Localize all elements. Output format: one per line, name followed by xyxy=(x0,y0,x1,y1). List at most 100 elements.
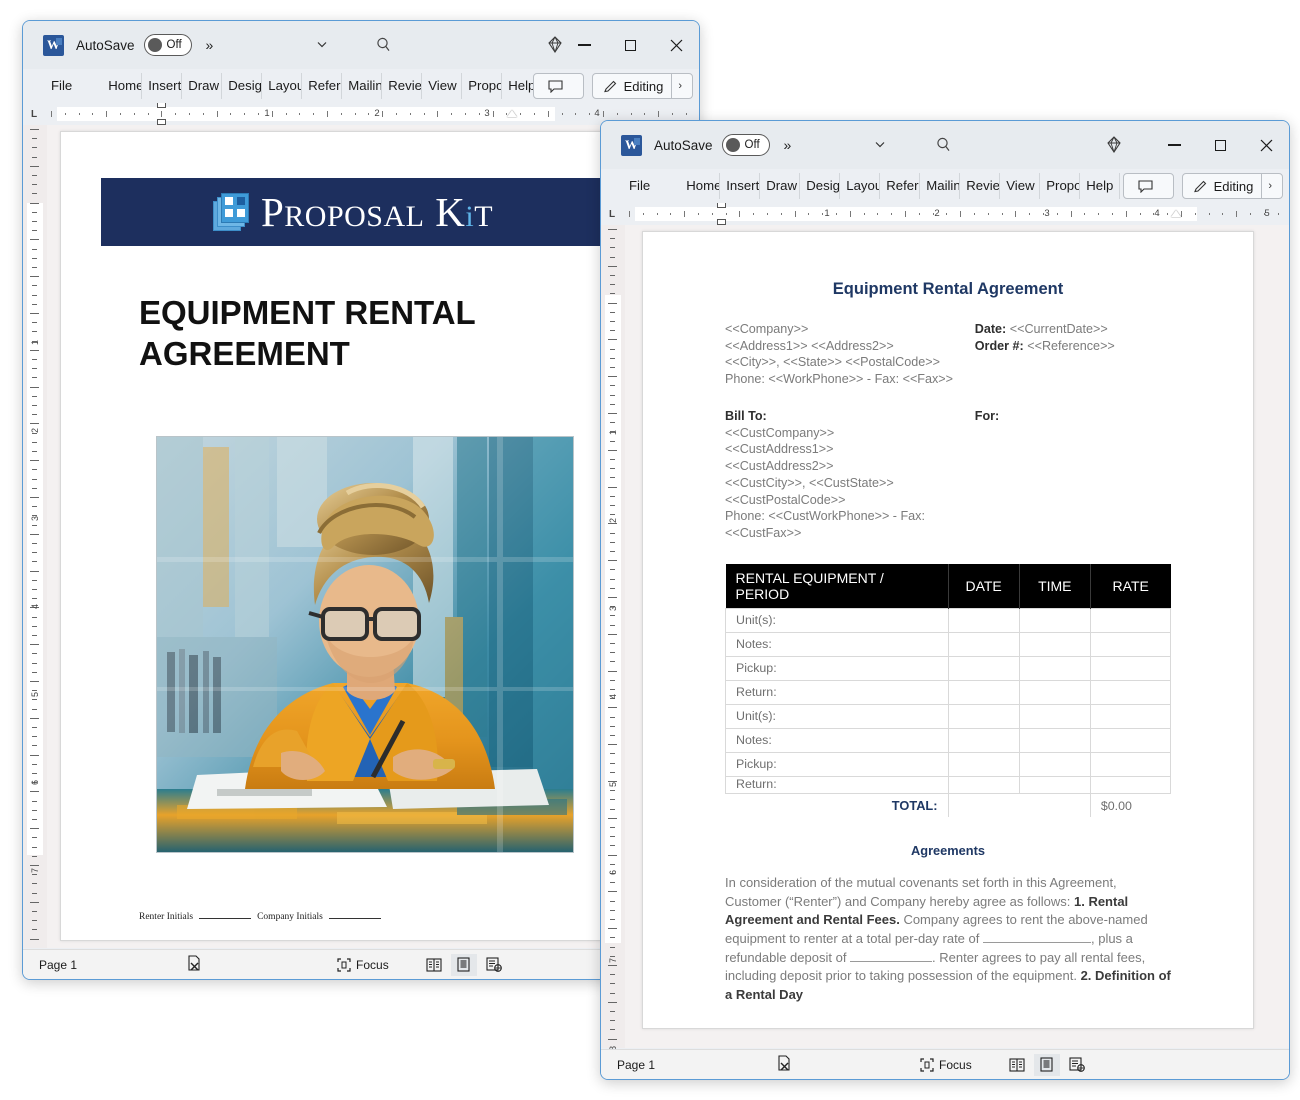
tab-home[interactable]: Home xyxy=(680,173,721,199)
proofing-errors-icon[interactable] xyxy=(777,1055,792,1074)
proofing-errors-icon[interactable] xyxy=(187,955,202,974)
tab-help[interactable]: Help xyxy=(1080,173,1121,199)
row-time-cell[interactable] xyxy=(1018,679,1091,705)
row-rate-cell[interactable] xyxy=(1089,607,1172,633)
tab-draw[interactable]: Draw xyxy=(182,73,223,99)
row-label-cell[interactable]: Pickup: xyxy=(725,655,949,681)
editing-chevron-icon[interactable]: › xyxy=(1261,173,1272,199)
row-label-cell[interactable]: Notes: xyxy=(725,727,949,753)
tab-view[interactable]: View xyxy=(1000,173,1041,199)
right-indent-marker[interactable] xyxy=(507,110,517,117)
horizontal-ruler-back[interactable]: L 12345 xyxy=(23,103,699,125)
print-layout-icon[interactable] xyxy=(1033,1053,1060,1076)
tab-file[interactable]: File xyxy=(623,173,680,199)
row-rate-cell[interactable] xyxy=(1089,703,1172,729)
tab-mailings[interactable]: Mailings xyxy=(342,73,383,99)
minimize-button[interactable] xyxy=(561,22,607,68)
web-layout-icon[interactable] xyxy=(1064,1054,1090,1076)
table-row[interactable]: Unit(s): xyxy=(725,607,1172,633)
document-canvas-front[interactable]: Equipment Rental Agreement <<Company>> <… xyxy=(625,225,1289,1048)
row-time-cell[interactable] xyxy=(1018,775,1091,794)
focus-button[interactable]: Focus xyxy=(337,958,389,972)
right-indent-marker[interactable] xyxy=(1171,210,1181,217)
row-time-cell[interactable] xyxy=(1018,631,1091,657)
comments-button[interactable] xyxy=(1122,173,1174,199)
tab-file[interactable]: File xyxy=(45,73,102,99)
row-date-cell[interactable] xyxy=(947,679,1020,705)
row-label-cell[interactable]: Notes: xyxy=(725,631,949,657)
row-label-cell[interactable]: Pickup: xyxy=(725,751,949,777)
rental-equipment-table[interactable]: RENTAL EQUIPMENT / PERIOD DATE TIME RATE… xyxy=(725,563,1172,818)
tab-draw[interactable]: Draw xyxy=(760,173,801,199)
minimize-button[interactable] xyxy=(1151,122,1197,168)
customize-quick-access-chevron-icon[interactable] xyxy=(315,37,329,54)
ruler-track-front[interactable]: 1 2 3 4 5 xyxy=(623,203,1289,225)
read-mode-icon[interactable] xyxy=(1004,1054,1030,1076)
page-indicator[interactable]: Page 1 xyxy=(617,1058,655,1072)
search-icon[interactable] xyxy=(375,36,393,54)
tab-home[interactable]: Home xyxy=(102,73,143,99)
tab-review[interactable]: Review xyxy=(960,173,1001,199)
row-rate-cell[interactable] xyxy=(1089,775,1172,794)
row-date-cell[interactable] xyxy=(947,631,1020,657)
row-label-cell[interactable]: Return: xyxy=(725,679,949,705)
quick-access-more-icon[interactable]: » xyxy=(206,37,214,53)
tab-mailings[interactable]: Mailings xyxy=(920,173,961,199)
row-label-cell[interactable]: Unit(s): xyxy=(725,607,949,633)
row-label-cell[interactable]: Return: xyxy=(725,775,949,794)
row-date-cell[interactable] xyxy=(947,655,1020,681)
table-row[interactable]: Unit(s): xyxy=(725,703,1172,729)
ruler-track-back[interactable]: 12345 xyxy=(45,103,699,125)
row-time-cell[interactable] xyxy=(1018,655,1091,681)
row-date-cell[interactable] xyxy=(947,751,1020,777)
row-rate-cell[interactable] xyxy=(1089,727,1172,753)
ruler-corner-tab-icon[interactable]: L xyxy=(23,109,45,120)
diamond-icon[interactable] xyxy=(1104,135,1124,155)
table-row[interactable]: Return: xyxy=(725,679,1172,705)
tab-references[interactable]: References xyxy=(302,73,343,99)
tab-layout[interactable]: Layout xyxy=(262,73,303,99)
total-time-cell[interactable] xyxy=(1019,792,1091,818)
customize-quick-access-chevron-icon[interactable] xyxy=(873,137,887,154)
close-button[interactable] xyxy=(653,22,699,68)
horizontal-ruler-front[interactable]: L 1 2 3 4 5 xyxy=(601,203,1289,225)
table-row[interactable]: Notes: xyxy=(725,631,1172,657)
tab-insert[interactable]: Insert xyxy=(720,173,761,199)
vertical-ruler-back[interactable]: 12345678 xyxy=(23,125,47,961)
first-line-indent-marker[interactable] xyxy=(157,103,166,108)
row-time-cell[interactable] xyxy=(1018,751,1091,777)
row-rate-cell[interactable] xyxy=(1089,655,1172,681)
row-rate-cell[interactable] xyxy=(1089,631,1172,657)
document-page-front[interactable]: Equipment Rental Agreement <<Company>> <… xyxy=(642,231,1254,1029)
document-page-back[interactable]: PROPOSAL KiT EQUIPMENT RENTAL AGREEMENT xyxy=(60,131,612,941)
row-date-cell[interactable] xyxy=(947,703,1020,729)
first-line-indent-marker[interactable] xyxy=(717,203,726,208)
close-button[interactable] xyxy=(1243,122,1289,168)
quick-access-more-icon[interactable]: » xyxy=(784,137,792,153)
tab-layout[interactable]: Layout xyxy=(840,173,881,199)
row-date-cell[interactable] xyxy=(947,607,1020,633)
table-row[interactable]: Pickup: xyxy=(725,751,1172,777)
page-indicator[interactable]: Page 1 xyxy=(39,958,77,972)
tab-design[interactable]: Design xyxy=(800,173,841,199)
deposit-blank[interactable] xyxy=(850,960,933,962)
vertical-ruler-front[interactable]: 12345678 xyxy=(601,225,625,1051)
tab-proposal-kit[interactable]: Proposal Kit xyxy=(1040,173,1081,199)
editing-mode-button[interactable]: Editing › xyxy=(1181,173,1283,199)
word-window-front[interactable]: W AutoSave Off » File Home Insert Draw D… xyxy=(600,120,1290,1080)
maximize-button[interactable] xyxy=(607,22,653,68)
row-rate-cell[interactable] xyxy=(1089,679,1172,705)
tab-review[interactable]: Review xyxy=(382,73,423,99)
row-time-cell[interactable] xyxy=(1018,727,1091,753)
per-day-rate-blank[interactable] xyxy=(982,942,1091,944)
focus-button[interactable]: Focus xyxy=(920,1058,972,1072)
tab-proposal-kit[interactable]: Proposal Kit xyxy=(462,73,503,99)
tab-design[interactable]: Design xyxy=(222,73,263,99)
ruler-corner-tab-icon[interactable]: L xyxy=(601,209,623,220)
web-layout-icon[interactable] xyxy=(481,954,507,976)
tab-references[interactable]: References xyxy=(880,173,921,199)
row-label-cell[interactable]: Unit(s): xyxy=(725,703,949,729)
row-time-cell[interactable] xyxy=(1018,703,1091,729)
row-rate-cell[interactable] xyxy=(1089,751,1172,777)
read-mode-icon[interactable] xyxy=(421,954,447,976)
